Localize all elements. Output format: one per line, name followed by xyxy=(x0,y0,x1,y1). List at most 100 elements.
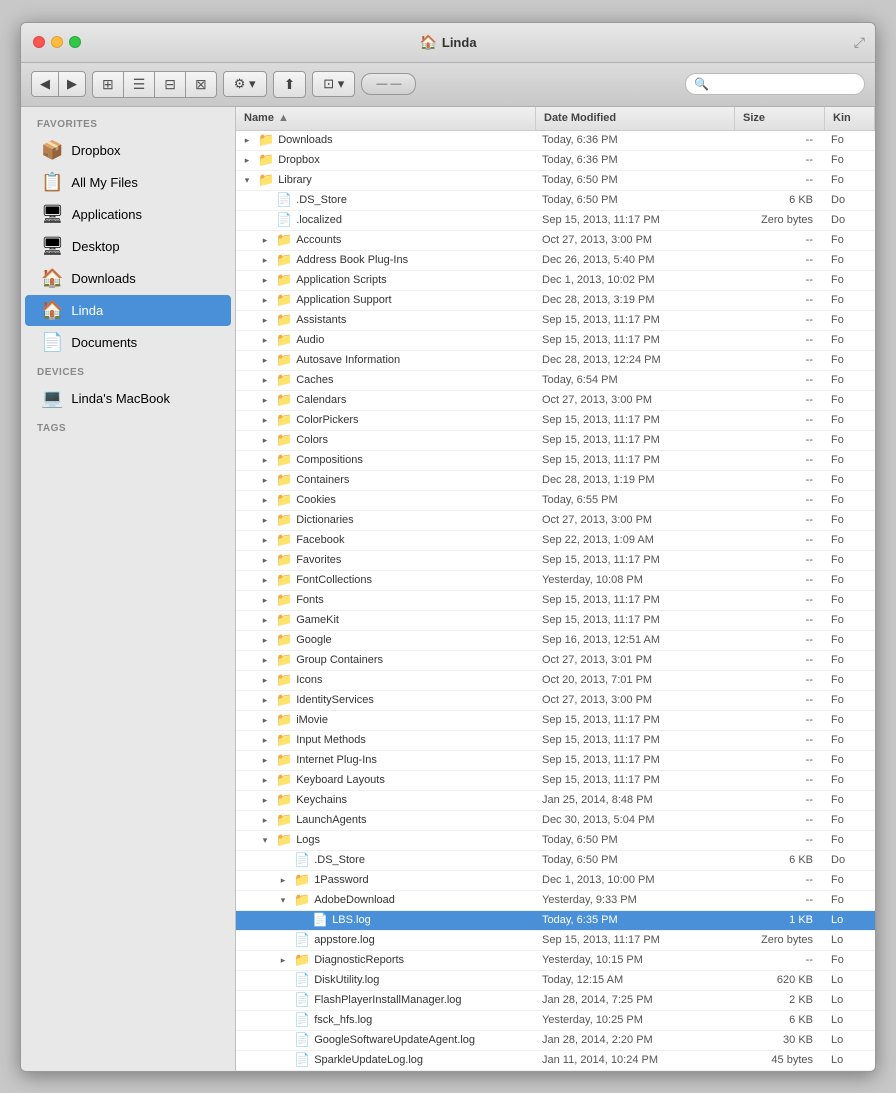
table-row[interactable]: 📄SparkleUpdateLog.logJan 11, 2014, 10:24… xyxy=(236,1051,875,1071)
table-row[interactable]: ▾📁LogsToday, 6:50 PM--Fo xyxy=(236,831,875,851)
disclosure-triangle[interactable]: ▸ xyxy=(258,313,272,327)
disclosure-triangle[interactable]: ▾ xyxy=(276,893,290,907)
sidebar-item-all-my-files[interactable]: 📋 All My Files xyxy=(25,167,231,198)
table-row[interactable]: ▸📁iMovieSep 15, 2013, 11:17 PM--Fo xyxy=(236,711,875,731)
table-row[interactable]: ▸📁DictionariesOct 27, 2013, 3:00 PM--Fo xyxy=(236,511,875,531)
table-row[interactable]: ▸📁AccountsOct 27, 2013, 3:00 PM--Fo xyxy=(236,231,875,251)
view-list-button[interactable]: ☰ xyxy=(124,72,156,97)
disclosure-triangle[interactable]: ▸ xyxy=(240,153,254,167)
sidebar-item-dropbox[interactable]: 📦 Dropbox xyxy=(25,135,231,166)
table-row[interactable]: ▸📁DropboxToday, 6:36 PM--Fo xyxy=(236,151,875,171)
back-button[interactable]: ◀ xyxy=(32,72,59,96)
table-row[interactable]: ▸📁1PasswordDec 1, 2013, 10:00 PM--Fo xyxy=(236,871,875,891)
table-row[interactable]: 📄FlashPlayerInstallManager.logJan 28, 20… xyxy=(236,991,875,1011)
table-row[interactable]: ▸📁CalendarsOct 27, 2013, 3:00 PM--Fo xyxy=(236,391,875,411)
disclosure-triangle[interactable]: ▸ xyxy=(276,873,290,887)
disclosure-triangle[interactable]: ▸ xyxy=(258,573,272,587)
table-row[interactable]: 📄fsck_hfs.logYesterday, 10:25 PM6 KBLo xyxy=(236,1011,875,1031)
table-row[interactable]: ▸📁GoogleSep 16, 2013, 12:51 AM--Fo xyxy=(236,631,875,651)
view-cover-button[interactable]: ⊠ xyxy=(186,72,216,97)
table-row[interactable]: 📄appstore.logSep 15, 2013, 11:17 PMZero … xyxy=(236,931,875,951)
disclosure-triangle[interactable]: ▸ xyxy=(258,813,272,827)
disclosure-triangle[interactable]: ▸ xyxy=(258,373,272,387)
table-row[interactable]: ▸📁Group ContainersOct 27, 2013, 3:01 PM-… xyxy=(236,651,875,671)
view-icon-button[interactable]: ⊞ xyxy=(93,72,124,97)
table-row[interactable]: ▸📁Application SupportDec 28, 2013, 3:19 … xyxy=(236,291,875,311)
disclosure-triangle[interactable]: ▸ xyxy=(258,273,272,287)
table-row[interactable]: ▸📁ContainersDec 28, 2013, 1:19 PM--Fo xyxy=(236,471,875,491)
table-row[interactable]: ▸📁FontCollectionsYesterday, 10:08 PM--Fo xyxy=(236,571,875,591)
sidebar-item-applications[interactable]: 🖥 Applications xyxy=(25,199,231,230)
action-button[interactable]: ⚙ ▾ xyxy=(223,71,267,97)
col-header-name[interactable]: Name ▲ xyxy=(236,107,536,130)
table-row[interactable]: ▸📁CompositionsSep 15, 2013, 11:17 PM--Fo xyxy=(236,451,875,471)
disclosure-triangle[interactable]: ▸ xyxy=(258,753,272,767)
disclosure-triangle[interactable]: ▸ xyxy=(258,713,272,727)
disclosure-triangle[interactable]: ▸ xyxy=(258,793,272,807)
table-row[interactable]: ▸📁FontsSep 15, 2013, 11:17 PM--Fo xyxy=(236,591,875,611)
disclosure-triangle[interactable]: ▸ xyxy=(258,493,272,507)
table-row[interactable]: ▸📁FavoritesSep 15, 2013, 11:17 PM--Fo xyxy=(236,551,875,571)
disclosure-triangle[interactable]: ▸ xyxy=(258,333,272,347)
table-row[interactable]: ▸📁KeychainsJan 25, 2014, 8:48 PM--Fo xyxy=(236,791,875,811)
col-header-kind[interactable]: Kin xyxy=(825,107,875,130)
disclosure-triangle[interactable]: ▸ xyxy=(258,613,272,627)
col-header-date[interactable]: Date Modified xyxy=(536,107,735,130)
disclosure-triangle[interactable]: ▸ xyxy=(258,773,272,787)
disclosure-triangle[interactable]: ▸ xyxy=(258,353,272,367)
arrange-button[interactable]: ⊡ ▾ xyxy=(312,71,355,97)
disclosure-triangle[interactable]: ▸ xyxy=(258,393,272,407)
disclosure-triangle[interactable]: ▸ xyxy=(258,413,272,427)
table-row[interactable]: 📄.localizedSep 15, 2013, 11:17 PMZero by… xyxy=(236,211,875,231)
disclosure-triangle[interactable]: ▸ xyxy=(258,653,272,667)
sidebar-item-desktop[interactable]: 🖥 Desktop xyxy=(25,231,231,262)
disclosure-triangle[interactable]: ▾ xyxy=(240,173,254,187)
disclosure-triangle[interactable]: ▸ xyxy=(258,553,272,567)
disclosure-triangle[interactable]: ▸ xyxy=(258,473,272,487)
sidebar-item-documents[interactable]: 📄 Documents xyxy=(25,327,231,358)
table-row[interactable]: 📄.DS_StoreToday, 6:50 PM6 KBDo xyxy=(236,191,875,211)
table-row[interactable]: ▸📁Autosave InformationDec 28, 2013, 12:2… xyxy=(236,351,875,371)
disclosure-triangle[interactable]: ▸ xyxy=(258,233,272,247)
table-row[interactable]: ▸📁Input MethodsSep 15, 2013, 11:17 PM--F… xyxy=(236,731,875,751)
toggle-button[interactable]: — — xyxy=(361,73,416,95)
col-header-size[interactable]: Size xyxy=(735,107,825,130)
table-row[interactable]: ▸📁AudioSep 15, 2013, 11:17 PM--Fo xyxy=(236,331,875,351)
disclosure-triangle[interactable]: ▸ xyxy=(258,453,272,467)
table-row[interactable]: ▸📁LaunchAgentsDec 30, 2013, 5:04 PM--Fo xyxy=(236,811,875,831)
disclosure-triangle[interactable]: ▸ xyxy=(258,673,272,687)
table-row[interactable]: ▸📁ColorsSep 15, 2013, 11:17 PM--Fo xyxy=(236,431,875,451)
minimize-button[interactable] xyxy=(51,36,63,48)
table-row[interactable]: 📄.DS_StoreToday, 6:50 PM6 KBDo xyxy=(236,851,875,871)
table-row[interactable]: ▸📁AssistantsSep 15, 2013, 11:17 PM--Fo xyxy=(236,311,875,331)
table-row[interactable]: ▸📁Address Book Plug-InsDec 26, 2013, 5:4… xyxy=(236,251,875,271)
table-row[interactable]: 📄DiskUtility.logToday, 12:15 AM620 KBLo xyxy=(236,971,875,991)
disclosure-triangle[interactable]: ▸ xyxy=(258,253,272,267)
disclosure-triangle[interactable]: ▸ xyxy=(258,293,272,307)
disclosure-triangle[interactable]: ▸ xyxy=(258,433,272,447)
table-row[interactable]: ▸📁FacebookSep 22, 2013, 1:09 AM--Fo xyxy=(236,531,875,551)
disclosure-triangle[interactable]: ▸ xyxy=(276,953,290,967)
table-row[interactable]: ▸📁Application ScriptsDec 1, 2013, 10:02 … xyxy=(236,271,875,291)
table-row[interactable]: ▸📁CachesToday, 6:54 PM--Fo xyxy=(236,371,875,391)
disclosure-triangle[interactable]: ▸ xyxy=(258,733,272,747)
table-row[interactable]: ▸📁ColorPickersSep 15, 2013, 11:17 PM--Fo xyxy=(236,411,875,431)
table-row[interactable]: 📄LBS.logToday, 6:35 PM1 KBLo xyxy=(236,911,875,931)
table-row[interactable]: ▸📁IconsOct 20, 2013, 7:01 PM--Fo xyxy=(236,671,875,691)
table-row[interactable]: ▾📁AdobeDownloadYesterday, 9:33 PM--Fo xyxy=(236,891,875,911)
sidebar-item-macbook[interactable]: 💻 Linda's MacBook xyxy=(25,383,231,414)
close-button[interactable] xyxy=(33,36,45,48)
table-row[interactable]: ▸📁Internet Plug-InsSep 15, 2013, 11:17 P… xyxy=(236,751,875,771)
search-box[interactable]: 🔍 xyxy=(685,73,865,95)
disclosure-triangle[interactable]: ▸ xyxy=(258,593,272,607)
disclosure-triangle[interactable]: ▾ xyxy=(258,833,272,847)
table-row[interactable]: ▸📁CookiesToday, 6:55 PM--Fo xyxy=(236,491,875,511)
disclosure-triangle[interactable]: ▸ xyxy=(258,533,272,547)
disclosure-triangle[interactable]: ▸ xyxy=(258,633,272,647)
table-row[interactable]: ▾📁LibraryToday, 6:50 PM--Fo xyxy=(236,171,875,191)
view-column-button[interactable]: ⊟ xyxy=(155,72,186,97)
table-row[interactable]: ▸📁Keyboard LayoutsSep 15, 2013, 11:17 PM… xyxy=(236,771,875,791)
sidebar-item-linda[interactable]: 🏠 Linda xyxy=(25,295,231,326)
disclosure-triangle[interactable]: ▸ xyxy=(240,133,254,147)
search-input[interactable] xyxy=(713,77,856,91)
